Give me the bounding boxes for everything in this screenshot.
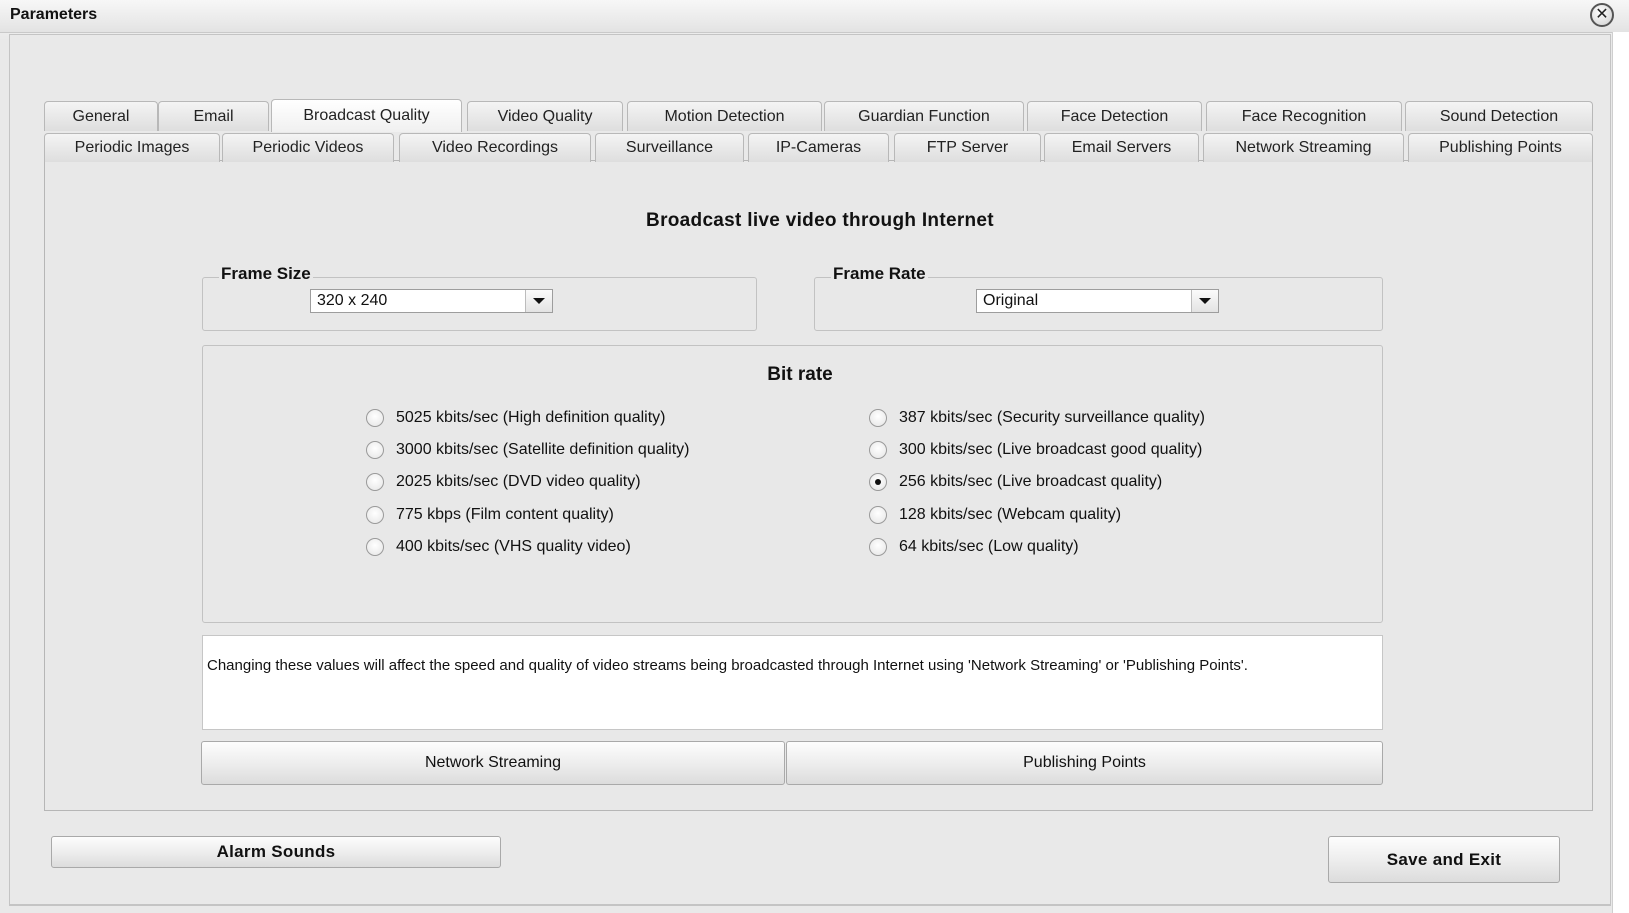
radio-button[interactable] xyxy=(869,409,887,427)
radio-label: 387 kbits/sec (Security surveillance qua… xyxy=(899,409,1205,426)
info-text: Changing these values will affect the sp… xyxy=(207,657,1248,674)
close-button[interactable]: ✕ xyxy=(1590,3,1614,27)
tab-label: Email Servers xyxy=(1071,139,1172,156)
bit-rate-heading: Bit rate xyxy=(767,364,833,385)
frame-size-legend: Frame Size xyxy=(219,264,313,284)
radio-label: 775 kbps (Film content quality) xyxy=(396,506,614,523)
bitrate-option-2025[interactable]: 2025 kbits/sec (DVD video quality) xyxy=(366,470,641,494)
frame-size-dropdown-button[interactable] xyxy=(525,290,552,312)
tab-face-recognition[interactable]: Face Recognition xyxy=(1206,101,1402,131)
bitrate-option-400[interactable]: 400 kbits/sec (VHS quality video) xyxy=(366,535,631,559)
radio-label: 64 kbits/sec (Low quality) xyxy=(899,538,1079,555)
tab-label: Video Recordings xyxy=(431,139,558,156)
bitrate-option-775[interactable]: 775 kbps (Film content quality) xyxy=(366,503,614,527)
radio-button[interactable] xyxy=(366,441,384,459)
radio-button[interactable] xyxy=(366,473,384,491)
tab-label: Email xyxy=(193,107,234,125)
title-bar: Parameters ✕ xyxy=(0,0,1629,33)
radio-label: 128 kbits/sec (Webcam quality) xyxy=(899,506,1122,523)
tab-label: IP-Cameras xyxy=(775,139,862,156)
tab-publishing-points[interactable]: Publishing Points xyxy=(1408,133,1593,162)
radio-label: 3000 kbits/sec (Satellite definition qua… xyxy=(396,441,690,458)
parameters-window: Parameters ✕ General Email Broadcast Qua… xyxy=(0,0,1629,913)
frame-rate-legend: Frame Rate xyxy=(831,264,928,284)
radio-button[interactable] xyxy=(869,441,887,459)
tab-label: Broadcast Quality xyxy=(303,107,430,124)
tab-email[interactable]: Email xyxy=(158,101,269,131)
tab-label: Face Recognition xyxy=(1241,107,1367,125)
tab-label: Motion Detection xyxy=(664,107,785,125)
tab-label: Periodic Images xyxy=(74,139,190,156)
tab-general[interactable]: General xyxy=(44,101,158,131)
tab-label: Periodic Videos xyxy=(252,139,364,156)
tab-email-servers[interactable]: Email Servers xyxy=(1044,133,1199,162)
radio-button[interactable] xyxy=(366,538,384,556)
radio-label: 400 kbits/sec (VHS quality video) xyxy=(396,538,631,555)
frame-size-value: 320 x 240 xyxy=(317,292,388,309)
tab-ip-cameras[interactable]: IP-Cameras xyxy=(748,133,889,162)
save-and-exit-button[interactable]: Save and Exit xyxy=(1328,836,1560,883)
chevron-down-icon xyxy=(533,298,545,304)
tab-periodic-images[interactable]: Periodic Images xyxy=(44,133,220,162)
tab-face-detection[interactable]: Face Detection xyxy=(1027,101,1202,131)
bitrate-option-256[interactable]: 256 kbits/sec (Live broadcast quality) xyxy=(869,470,1162,494)
bitrate-option-3000[interactable]: 3000 kbits/sec (Satellite definition qua… xyxy=(366,438,690,462)
tab-surveillance[interactable]: Surveillance xyxy=(595,133,744,162)
radio-button[interactable] xyxy=(366,409,384,427)
tab-label: FTP Server xyxy=(926,139,1009,156)
radio-label: 5025 kbits/sec (High definition quality) xyxy=(396,409,666,426)
chevron-down-icon xyxy=(1199,298,1211,304)
panel-heading: Broadcast live video through Internet xyxy=(646,210,994,231)
window-title: Parameters xyxy=(10,6,98,23)
tab-video-quality[interactable]: Video Quality xyxy=(467,101,623,131)
radio-button[interactable] xyxy=(869,506,887,524)
radio-label: 300 kbits/sec (Live broadcast good quali… xyxy=(899,441,1203,458)
tab-label: Video Quality xyxy=(497,107,593,125)
bitrate-option-387[interactable]: 387 kbits/sec (Security surveillance qua… xyxy=(869,406,1205,430)
radio-button-selected[interactable] xyxy=(869,473,887,491)
info-text-box: Changing these values will affect the sp… xyxy=(202,635,1383,730)
alarm-sounds-button[interactable]: Alarm Sounds xyxy=(51,836,501,868)
tab-broadcast-quality[interactable]: Broadcast Quality xyxy=(271,99,462,132)
tab-guardian-function[interactable]: Guardian Function xyxy=(824,101,1024,131)
tab-label: Surveillance xyxy=(625,139,714,156)
tab-label: General xyxy=(72,107,130,125)
bitrate-option-5025[interactable]: 5025 kbits/sec (High definition quality) xyxy=(366,406,665,430)
bitrate-option-300[interactable]: 300 kbits/sec (Live broadcast good quali… xyxy=(869,438,1202,462)
bitrate-option-64[interactable]: 64 kbits/sec (Low quality) xyxy=(869,535,1079,559)
tab-sound-detection[interactable]: Sound Detection xyxy=(1405,101,1593,131)
tab-network-streaming[interactable]: Network Streaming xyxy=(1203,133,1404,162)
tab-label: Network Streaming xyxy=(1235,139,1372,156)
tab-label: Sound Detection xyxy=(1439,107,1559,125)
publishing-points-button[interactable]: Publishing Points xyxy=(786,741,1383,785)
tab-label: Publishing Points xyxy=(1439,139,1562,156)
radio-label: 256 kbits/sec (Live broadcast quality) xyxy=(899,473,1163,490)
window-right-edge xyxy=(1612,32,1629,913)
tab-motion-detection[interactable]: Motion Detection xyxy=(627,101,822,131)
bitrate-option-128[interactable]: 128 kbits/sec (Webcam quality) xyxy=(869,503,1121,527)
frame-size-select[interactable]: 320 x 240 xyxy=(310,289,553,313)
tab-periodic-videos[interactable]: Periodic Videos xyxy=(222,133,394,162)
tab-video-recordings[interactable]: Video Recordings xyxy=(399,133,591,162)
tab-ftp-server[interactable]: FTP Server xyxy=(894,133,1041,162)
radio-button[interactable] xyxy=(366,506,384,524)
network-streaming-button[interactable]: Network Streaming xyxy=(201,741,785,785)
frame-rate-value: Original xyxy=(983,292,1039,309)
radio-button[interactable] xyxy=(869,538,887,556)
tab-label: Face Detection xyxy=(1060,107,1169,125)
tab-label: Guardian Function xyxy=(858,107,990,125)
frame-rate-select[interactable]: Original xyxy=(976,289,1219,313)
frame-rate-dropdown-button[interactable] xyxy=(1191,290,1218,312)
radio-label: 2025 kbits/sec (DVD video quality) xyxy=(396,473,641,490)
close-icon: ✕ xyxy=(1595,6,1609,23)
